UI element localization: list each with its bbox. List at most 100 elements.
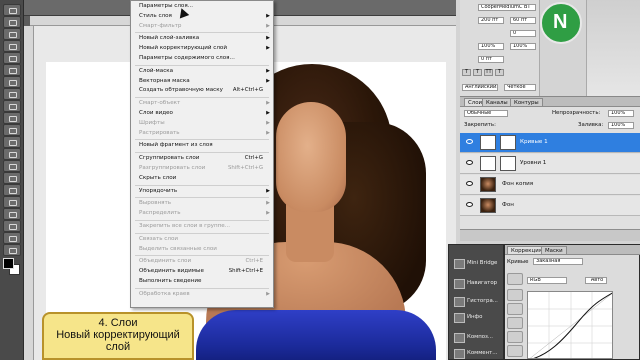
layer-row[interactable]: Кривые 1 [460, 133, 640, 153]
path-select-tool-icon[interactable] [3, 196, 21, 208]
gray-point-eyedropper-icon[interactable] [507, 303, 523, 315]
shape-tool-icon[interactable] [3, 208, 21, 220]
curves-preset-select[interactable]: Заказная [533, 258, 583, 265]
zoom-tool-icon[interactable] [3, 244, 21, 256]
menu-item[interactable]: Создать обтравочную маску Alt+Ctrl+G [131, 86, 273, 95]
move-tool-icon[interactable] [3, 4, 21, 16]
panel-mini-bridge[interactable]: Mini Bridge [451, 255, 503, 271]
tracking-field[interactable]: 0 [510, 30, 536, 37]
eye-icon[interactable] [466, 160, 473, 165]
menu-item: Связать слои [131, 235, 273, 244]
channel-select[interactable]: RGB [527, 277, 567, 284]
pencil-icon[interactable] [507, 345, 523, 357]
eraser-tool-icon[interactable] [3, 124, 21, 136]
leading-field[interactable]: 60 пт [510, 17, 536, 24]
menu-item[interactable]: Выполнить сведение [131, 277, 273, 286]
submenu-arrow-icon: ▶ [266, 45, 270, 52]
eye-icon[interactable] [466, 181, 473, 186]
target-adjust-icon[interactable] [507, 273, 523, 285]
panel-layer-comps[interactable]: Композ... [451, 329, 503, 345]
panel-histogram[interactable]: Гистогра... [451, 293, 503, 309]
submenu-arrow-icon: ▶ [266, 22, 270, 29]
menu-item: Смарт-объект ▶ [131, 99, 273, 108]
tab-masks[interactable]: Маски [541, 246, 567, 254]
italic-toggle[interactable]: T [473, 69, 482, 76]
black-point-eyedropper-icon[interactable] [507, 289, 523, 301]
baseline-field[interactable]: 0 пт [478, 56, 504, 63]
menu-item[interactable]: Объединить видимые Shift+Ctrl+E [131, 267, 273, 276]
menu-item[interactable]: Новый слой-заливка ▶ [131, 34, 273, 43]
menu-item[interactable]: Векторная маска ▶ [131, 77, 273, 86]
antialias-field[interactable]: Четкое [504, 84, 536, 91]
dodge-tool-icon[interactable] [3, 160, 21, 172]
layer-row[interactable]: Фон копия [460, 175, 640, 195]
caps-toggle[interactable]: TT [484, 69, 493, 76]
submenu-arrow-icon: ▶ [266, 119, 270, 126]
vertical-scale-field[interactable]: 100% [478, 43, 504, 50]
photo-dress [196, 310, 436, 360]
gradient-tool-icon[interactable] [3, 136, 21, 148]
pen-tool-icon[interactable] [3, 172, 21, 184]
curves-graph[interactable] [527, 291, 613, 359]
menu-item[interactable]: Новый корректирующий слой ▶ [131, 44, 273, 53]
submenu-arrow-icon: ▶ [266, 187, 270, 194]
brush-tool-icon[interactable] [3, 88, 21, 100]
menu-item[interactable]: Скрыть слои [131, 174, 273, 183]
menu-item[interactable]: Слой-маска ▶ [131, 67, 273, 76]
quick-select-tool-icon[interactable] [3, 40, 21, 52]
menu-item-label: Скрыть слои [139, 174, 177, 181]
font-size-field[interactable]: 200 пт [478, 17, 504, 24]
font-family-field[interactable]: CooperMediumC BT [478, 4, 536, 11]
menu-item: Выровнять ▶ [131, 199, 273, 208]
3d-tool-icon[interactable] [3, 220, 21, 232]
panel-navigator[interactable]: Навигатор [451, 275, 503, 291]
menu-item[interactable]: Сгруппировать слои Ctrl+G [131, 154, 273, 163]
menu-item-label: Смарт-объект [139, 100, 181, 107]
tab-paths[interactable]: Контуры [510, 98, 543, 106]
marquee-tool-icon[interactable] [3, 16, 21, 28]
blend-mode-select[interactable]: Обычные [464, 110, 508, 117]
history-brush-tool-icon[interactable] [3, 112, 21, 124]
menu-item[interactable]: Новый фрагмент из слоя [131, 141, 273, 150]
menu-item-label: Параметры содержимого слоя... [139, 55, 235, 61]
eye-icon[interactable] [466, 202, 473, 207]
auto-button[interactable]: Авто [585, 277, 607, 284]
panel-info[interactable]: Инфо [451, 309, 503, 325]
eye-icon[interactable] [466, 139, 473, 144]
adjustment-thumbnail [480, 135, 496, 150]
fill-field[interactable]: 100% [608, 122, 634, 129]
blur-tool-icon[interactable] [3, 148, 21, 160]
white-point-eyedropper-icon[interactable] [507, 317, 523, 329]
tab-channels[interactable]: Каналы [482, 98, 512, 106]
layer-row[interactable]: Уровни 1 [460, 154, 640, 174]
clone-stamp-tool-icon[interactable] [3, 100, 21, 112]
menu-item: Распределить ▶ [131, 209, 273, 218]
caption-subtitle: Новый корректирующий слой [56, 329, 180, 353]
language-field[interactable]: Английский: США [462, 84, 498, 91]
healing-brush-tool-icon[interactable] [3, 76, 21, 88]
menu-separator [135, 287, 269, 289]
layers-footer-toolbar [460, 229, 640, 241]
bold-toggle[interactable]: T [462, 69, 471, 76]
underline-toggle[interactable]: T [495, 69, 504, 76]
hand-tool-icon[interactable] [3, 232, 21, 244]
layer-row[interactable]: Фон [460, 196, 640, 216]
panel-notes[interactable]: Коммент... [451, 345, 503, 360]
menu-item[interactable]: Слои видео ▶ [131, 109, 273, 118]
lasso-tool-icon[interactable] [3, 28, 21, 40]
crop-tool-icon[interactable] [3, 52, 21, 64]
blend-row: Обычные Непрозрачность: 100% [460, 108, 640, 120]
type-tool-icon[interactable] [3, 184, 21, 196]
foreground-color-swatch[interactable] [3, 258, 14, 269]
curve-point-tool-icon[interactable] [507, 331, 523, 343]
opacity-field[interactable]: 100% [608, 110, 634, 117]
mask-thumbnail[interactable] [500, 135, 516, 150]
menu-item[interactable]: Параметры содержимого слоя... [131, 54, 273, 63]
mask-thumbnail[interactable] [500, 156, 516, 171]
menu-item: Объединить слои Ctrl+E [131, 257, 273, 266]
menu-item[interactable]: Параметры слоя... [131, 2, 273, 11]
horizontal-scale-field[interactable]: 100% [510, 43, 536, 50]
menu-item[interactable]: Упорядочить ▶ [131, 187, 273, 196]
menu-item[interactable]: Стиль слоя ▶ [131, 12, 273, 21]
eyedropper-tool-icon[interactable] [3, 64, 21, 76]
